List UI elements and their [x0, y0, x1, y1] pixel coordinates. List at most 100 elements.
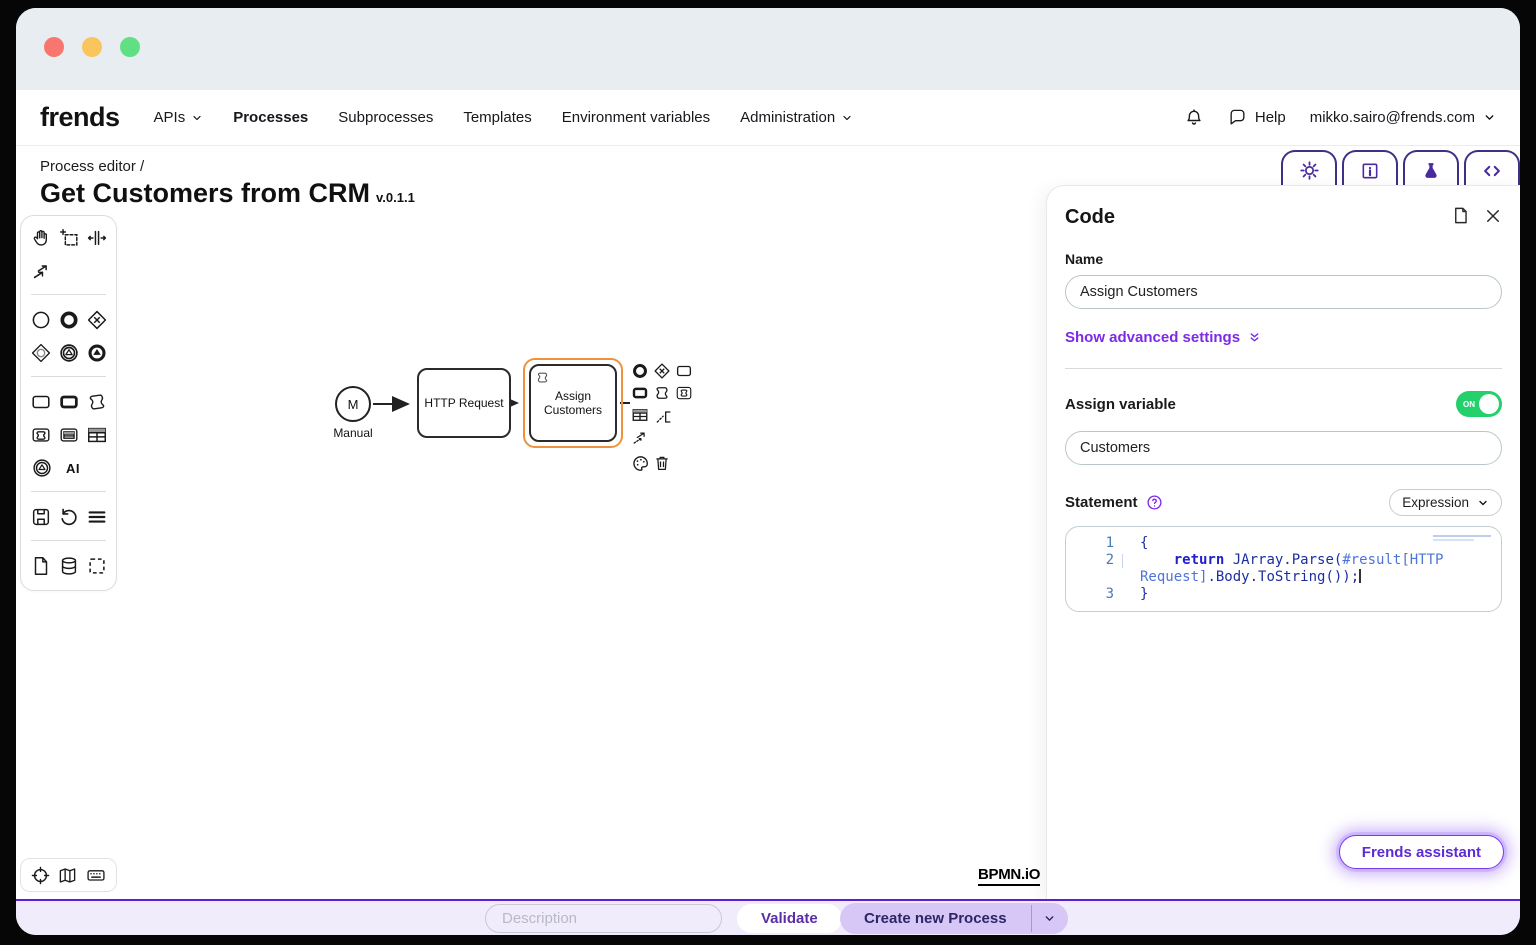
append-code-task-icon[interactable] [674, 383, 694, 403]
create-process-group: Create new Process [840, 903, 1068, 934]
color-palette-icon[interactable] [630, 453, 650, 473]
intermediate-event-icon[interactable] [57, 340, 80, 366]
nav-environment-variables[interactable]: Environment variables [562, 109, 710, 126]
minimize-window-button[interactable] [82, 37, 102, 57]
space-tool-icon[interactable] [85, 225, 108, 251]
table-task-icon[interactable] [57, 422, 80, 448]
variable-name-input[interactable] [1065, 431, 1502, 465]
nav-templates[interactable]: Templates [463, 109, 531, 126]
save-icon[interactable] [29, 504, 52, 530]
tab-info[interactable] [1342, 150, 1398, 189]
create-new-process-button[interactable]: Create new Process [840, 903, 1031, 934]
breadcrumb[interactable]: Process editor / [40, 158, 144, 175]
context-pad [630, 361, 700, 473]
code-task-badge-icon [535, 370, 550, 385]
app-window: frends APIs Processes Subprocesses Templ… [16, 8, 1520, 935]
end-event-icon[interactable] [57, 307, 80, 333]
call-activity-icon[interactable] [57, 389, 80, 415]
reset-viewport-icon[interactable] [31, 866, 50, 885]
close-panel-icon[interactable] [1484, 206, 1502, 225]
table-icon[interactable] [85, 422, 108, 448]
lasso-tool-icon[interactable] [57, 225, 80, 251]
start-event-icon[interactable] [29, 307, 52, 333]
validate-button[interactable]: Validate [737, 904, 842, 933]
hand-tool-icon[interactable] [29, 225, 52, 251]
append-gateway-icon[interactable] [652, 361, 672, 381]
delete-icon[interactable] [652, 453, 672, 473]
text-cursor [1359, 569, 1361, 583]
zoom-window-button[interactable] [120, 37, 140, 57]
keyboard-shortcuts-icon[interactable] [86, 865, 106, 885]
gateway-icon[interactable] [85, 307, 108, 333]
code-line-1: { [1140, 535, 1452, 552]
assign-variable-toggle[interactable]: ON [1456, 391, 1502, 417]
code-properties-panel: Code Name Show advanced settings Assign … [1046, 185, 1520, 899]
append-end-event-icon[interactable] [630, 361, 650, 381]
user-email: mikko.sairo@frends.com [1310, 109, 1475, 126]
menu-icon[interactable] [85, 504, 108, 530]
append-script-icon[interactable] [652, 383, 672, 403]
connect-tool-icon[interactable] [29, 258, 55, 284]
append-table-icon[interactable] [630, 405, 650, 425]
statement-code-editor[interactable]: 1{ 2 return JArray.Parse(#result[HTTP Re… [1065, 526, 1502, 612]
version-badge: v.0.1.1 [376, 190, 415, 205]
editor-tool-tabs [1281, 150, 1520, 189]
nav-subprocesses[interactable]: Subprocesses [338, 109, 433, 126]
show-advanced-settings-link[interactable]: Show advanced settings [1065, 329, 1502, 346]
chevron-down-icon [1477, 497, 1489, 509]
name-input[interactable] [1065, 275, 1502, 309]
script-icon[interactable] [85, 389, 108, 415]
tab-code[interactable] [1464, 150, 1520, 189]
chevron-down-icon [191, 112, 203, 124]
statement-type-select[interactable]: Expression [1389, 489, 1502, 516]
canvas-controls [20, 858, 117, 892]
flask-icon [1421, 161, 1441, 181]
chevron-down-icon [841, 112, 853, 124]
database-icon[interactable] [57, 553, 80, 579]
undo-icon[interactable] [57, 504, 80, 530]
new-file-icon[interactable] [29, 553, 52, 579]
append-call-activity-icon[interactable] [630, 383, 650, 403]
description-input[interactable] [485, 904, 722, 933]
bpmn-start-event[interactable]: M [335, 386, 371, 422]
append-annotation-icon[interactable] [654, 407, 674, 427]
statement-label: Statement [1065, 494, 1163, 511]
create-process-dropdown-button[interactable] [1032, 903, 1068, 934]
append-task-icon[interactable] [674, 361, 694, 381]
task-icon[interactable] [29, 389, 52, 415]
help-button[interactable]: Help [1228, 108, 1286, 127]
event-gateway-icon[interactable] [29, 340, 52, 366]
chevron-down-icon [1483, 111, 1496, 124]
frends-logo[interactable]: frends [40, 102, 120, 133]
user-menu[interactable]: mikko.sairo@frends.com [1310, 109, 1496, 126]
minimap-toggle-icon[interactable] [58, 866, 77, 885]
panel-title: Code [1065, 206, 1502, 229]
code-line-3: } [1140, 586, 1452, 603]
nav-apis[interactable]: APIs [154, 109, 204, 126]
divider [1065, 368, 1502, 369]
tab-test[interactable] [1403, 150, 1459, 189]
code-line-2: return JArray.Parse(#result[HTTP Request… [1140, 552, 1452, 586]
double-chevron-down-icon [1248, 331, 1261, 344]
close-window-button[interactable] [44, 37, 64, 57]
assign-variable-label: Assign variable [1065, 396, 1176, 413]
bpmn-io-watermark[interactable]: BPMN.iO [978, 866, 1040, 886]
bpmn-task-http-request[interactable]: HTTP Request [417, 368, 511, 438]
select-frame-icon[interactable] [85, 553, 108, 579]
name-field-label: Name [1065, 251, 1502, 267]
ai-task-icon[interactable]: AI [60, 455, 86, 481]
help-circle-icon[interactable] [1146, 494, 1163, 511]
nav-administration[interactable]: Administration [740, 109, 853, 126]
start-event-label: Manual [321, 426, 385, 440]
tab-settings[interactable] [1281, 150, 1337, 189]
frends-assistant-button[interactable]: Frends assistant [1339, 835, 1504, 869]
bpmn-palette: AI [20, 215, 117, 591]
nav-processes[interactable]: Processes [233, 109, 308, 126]
copy-document-icon[interactable] [1451, 206, 1470, 225]
notifications-bell-icon[interactable] [1184, 108, 1204, 128]
connect-icon[interactable] [630, 427, 650, 447]
code-task-icon[interactable] [29, 422, 52, 448]
info-icon [1360, 161, 1380, 181]
intermediate-event-icon-2[interactable] [29, 455, 55, 481]
terminate-event-icon[interactable] [85, 340, 108, 366]
